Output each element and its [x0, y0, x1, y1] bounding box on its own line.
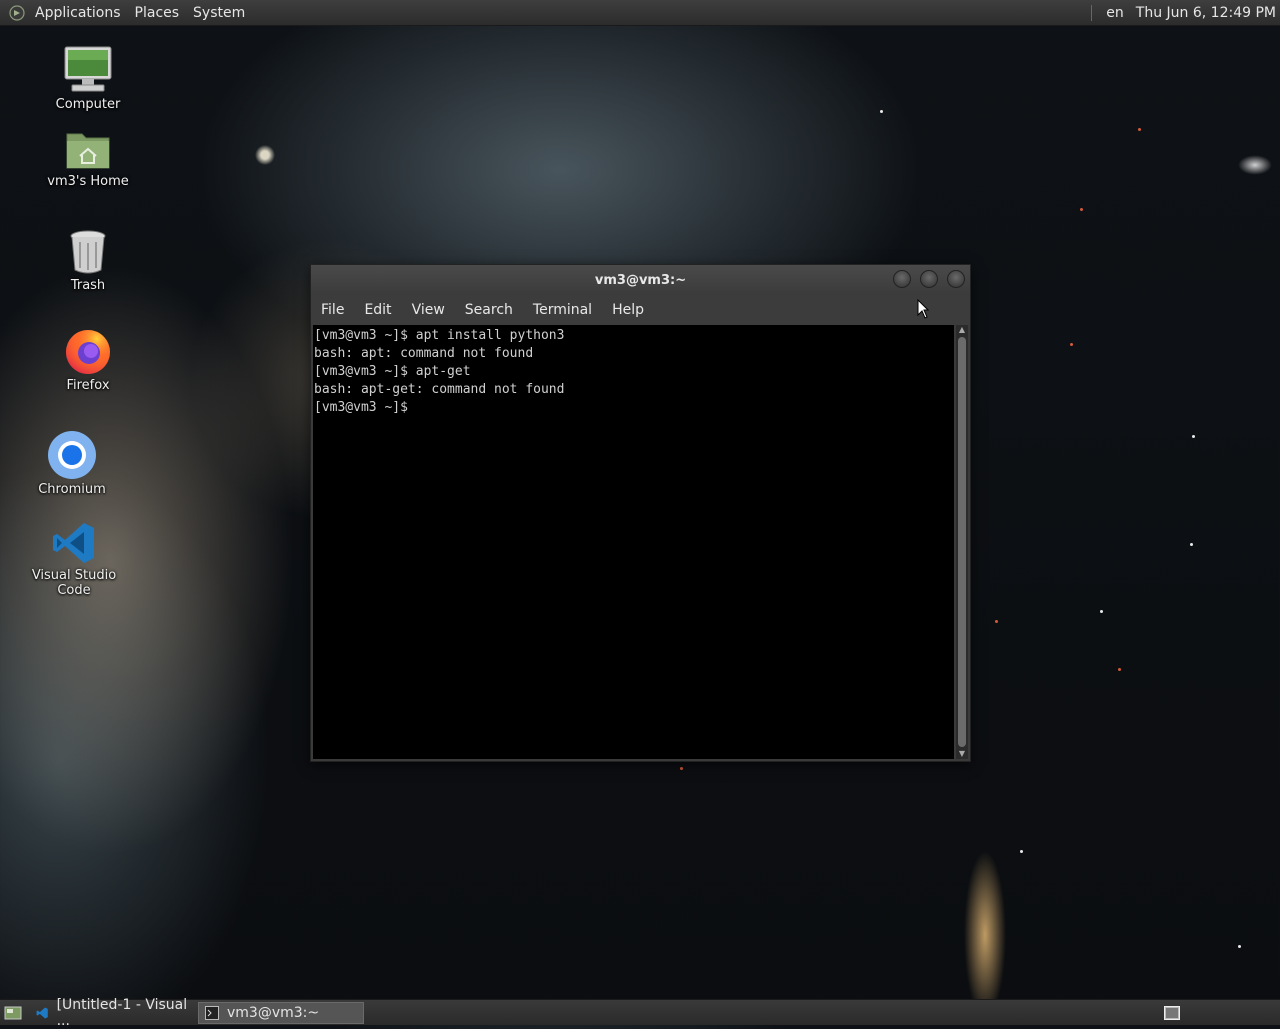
chromium-icon [48, 431, 96, 479]
maximize-button[interactable] [920, 270, 938, 288]
terminal-line: [vm3@vm3 ~]$ apt-get [314, 364, 471, 379]
star [1100, 610, 1103, 613]
scroll-up-arrow-icon[interactable]: ▲ [956, 325, 968, 335]
terminal-menubar: File Edit View Search Terminal Help [311, 295, 970, 325]
star [1070, 343, 1073, 346]
star [1020, 850, 1023, 853]
scrollbar-thumb[interactable] [958, 337, 966, 747]
window-title: vm3@vm3:~ [594, 273, 687, 288]
scroll-down-arrow-icon[interactable]: ▼ [956, 749, 968, 759]
applications-menu[interactable]: Applications [28, 5, 128, 21]
taskbar-item-label: vm3@vm3:~ [227, 1004, 320, 1021]
menu-edit[interactable]: Edit [354, 302, 401, 318]
computer-icon [64, 46, 112, 92]
terminal-prompt-line: [vm3@vm3 ~]$ [314, 400, 408, 415]
clock[interactable]: Thu Jun 6, 12:49 PM [1136, 5, 1280, 21]
star [1080, 208, 1083, 211]
terminal-line: bash: apt-get: command not found [314, 382, 565, 397]
window-titlebar[interactable]: vm3@vm3:~ [311, 265, 970, 295]
trash-icon [70, 230, 106, 274]
desktop-icon-label: Computer [55, 97, 121, 112]
menu-help[interactable]: Help [602, 302, 654, 318]
taskbar-item-terminal[interactable]: vm3@vm3:~ [198, 1001, 364, 1024]
terminal-icon [205, 1005, 219, 1020]
vscode-icon [53, 523, 94, 563]
panel-tray: en Thu Jun 6, 12:49 PM [1085, 0, 1280, 25]
terminal-output[interactable]: [vm3@vm3 ~]$ apt install python3 bash: ap… [313, 325, 954, 759]
show-desktop-icon[interactable] [4, 1005, 22, 1021]
panel-separator [1091, 4, 1093, 21]
desktop-icon-label: Firefox [66, 378, 110, 393]
star [1238, 945, 1241, 948]
workspace-switcher-icon[interactable] [1164, 1005, 1180, 1020]
top-panel: Applications Places System en Thu Jun 6,… [0, 0, 1280, 26]
desktop-icon-home[interactable]: vm3's Home [28, 128, 148, 189]
desktop-icon-label: vm3's Home [47, 174, 129, 189]
terminal-line: [vm3@vm3 ~]$ apt install python3 [314, 328, 565, 343]
star [1138, 128, 1141, 131]
desktop-icon-trash[interactable]: Trash [28, 228, 148, 293]
minimize-button[interactable] [893, 270, 911, 288]
terminal-window[interactable]: vm3@vm3:~ File Edit View Search Terminal… [310, 264, 971, 762]
terminal-scrollbar[interactable]: ▲ ▼ [956, 325, 968, 759]
firefox-icon [66, 330, 110, 374]
applications-menu-icon[interactable] [9, 4, 25, 21]
menu-search[interactable]: Search [455, 302, 523, 318]
star [880, 110, 883, 113]
desktop-icon-chromium[interactable]: Chromium [12, 430, 132, 497]
places-menu[interactable]: Places [128, 5, 187, 21]
desktop-icon-label: Chromium [38, 482, 106, 497]
home-folder-icon [66, 133, 110, 169]
terminal-line: bash: apt: command not found [314, 346, 534, 361]
system-menu[interactable]: System [186, 5, 252, 21]
desktop-icon-computer[interactable]: Computer [28, 45, 148, 112]
mouse-pointer-icon [917, 299, 929, 319]
desktop-icon-label: Visual Studio Code [31, 568, 117, 598]
star [680, 767, 683, 770]
star [1192, 435, 1195, 438]
menu-terminal[interactable]: Terminal [523, 302, 602, 318]
keyboard-layout-indicator[interactable]: en [1098, 5, 1136, 21]
bottom-panel: [Untitled-1 - Visual ... vm3@vm3:~ [0, 997, 1280, 1029]
desktop-icon-label: Trash [70, 278, 106, 293]
desktop-icon-firefox[interactable]: Firefox [28, 326, 148, 393]
star [1190, 543, 1193, 546]
desktop-icon-vscode[interactable]: Visual Studio Code [14, 520, 134, 598]
taskbar-item-vscode[interactable]: [Untitled-1 - Visual ... [30, 997, 196, 1029]
menu-file[interactable]: File [311, 302, 354, 318]
close-button[interactable] [947, 270, 965, 288]
star [1118, 668, 1121, 671]
vscode-icon [36, 1007, 48, 1018]
menu-view[interactable]: View [402, 302, 455, 318]
star [995, 620, 998, 623]
